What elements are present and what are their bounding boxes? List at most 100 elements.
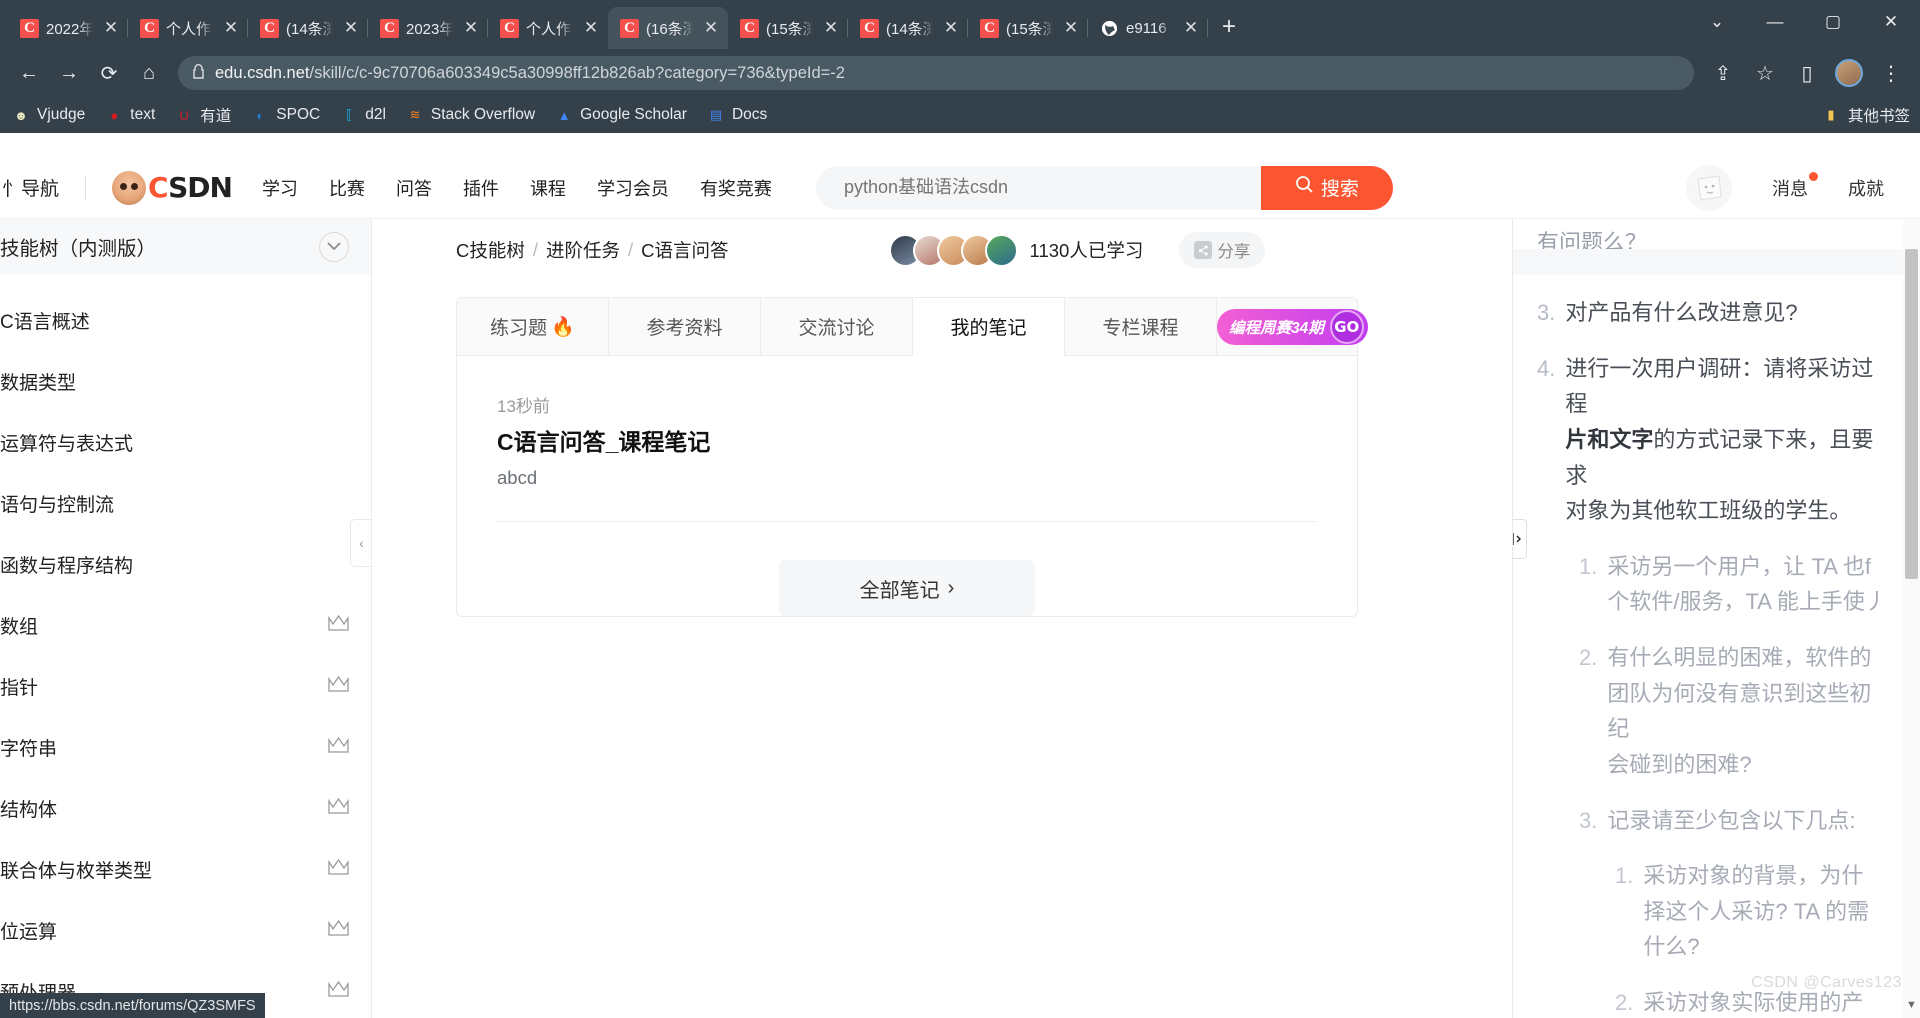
tab-title: (16条渕 — [646, 20, 693, 38]
bookmark-item[interactable]: ⟦ d2l — [340, 106, 386, 124]
search-input[interactable] — [843, 177, 1261, 198]
browser-tab[interactable]: C (14条渕 ✕ — [248, 7, 368, 49]
sidebar-header[interactable]: 技能树（内测版） — [0, 219, 371, 274]
home-button[interactable]: ⌂ — [130, 54, 168, 92]
close-icon[interactable]: ✕ — [940, 17, 962, 39]
bookmark-item[interactable]: ≋ Stack Overflow — [406, 106, 535, 124]
race-badge[interactable]: 编程周赛34期 GO — [1217, 308, 1368, 345]
browser-tab[interactable]: C 2023年 ✕ — [368, 7, 488, 49]
csdn-logo[interactable]: CSDN — [112, 170, 233, 205]
site-nav-item-6[interactable]: 有奖竞赛 — [700, 175, 772, 201]
tab-4[interactable]: 专栏课程 — [1065, 298, 1217, 355]
site-nav-item-3[interactable]: 插件 — [463, 175, 499, 201]
sidebar-item-5[interactable]: 数组 — [0, 595, 371, 656]
tab-3[interactable]: 我的笔记 — [913, 298, 1065, 356]
sidebar-item-9[interactable]: 联合体与枚举类型 — [0, 839, 371, 900]
bookmark-item[interactable]: ▲ Google Scholar — [555, 106, 687, 124]
bookmark-star-icon[interactable]: ☆ — [1746, 54, 1784, 92]
scrollbar-thumb[interactable] — [1905, 249, 1918, 579]
browser-tab[interactable]: C (16条渕 ✕ — [608, 7, 728, 49]
forward-button[interactable]: → — [50, 54, 88, 92]
tab-1[interactable]: 参考资料 — [609, 298, 761, 355]
tab-search-button[interactable]: ⌄ — [1688, 0, 1746, 44]
breadcrumb-item-1[interactable]: 进阶任务 — [546, 237, 620, 263]
all-notes-button[interactable]: 全部笔记 › — [779, 560, 1035, 616]
bookmark-item[interactable]: ▤ Docs — [707, 106, 767, 124]
sidebar-item-3[interactable]: 语句与控制流 — [0, 473, 371, 534]
messages-link[interactable]: 消息 — [1772, 171, 1818, 201]
tab-0[interactable]: 练习题 🔥 — [457, 298, 609, 355]
achievements-link[interactable]: 成就 — [1848, 175, 1884, 201]
browser-tab[interactable]: C 个人作 ✕ — [128, 7, 248, 49]
close-icon[interactable]: ✕ — [340, 17, 362, 39]
browser-tab[interactable]: C (15条渕 ✕ — [968, 7, 1088, 49]
close-icon[interactable]: ✕ — [460, 17, 482, 39]
breadcrumb-item-0[interactable]: C技能树 — [456, 237, 525, 263]
list-text: 记录请至少包含以下几点: — [1607, 807, 1856, 833]
sidebar-item-10[interactable]: 位运算 — [0, 900, 371, 961]
bookmark-item[interactable]: ● text — [105, 106, 155, 124]
bookmark-item[interactable]: ☻ Vjudge — [12, 106, 85, 124]
scroll-down-arrow-icon[interactable]: ▼ — [1905, 999, 1918, 1014]
side-panel-icon[interactable]: ▯ — [1788, 54, 1826, 92]
new-tab-button[interactable]: + — [1212, 11, 1246, 45]
watermark: CSDN @Carves123 — [1751, 974, 1902, 991]
close-icon[interactable]: ✕ — [1180, 17, 1202, 39]
close-icon[interactable]: ✕ — [100, 17, 122, 39]
profile-avatar[interactable] — [1830, 54, 1868, 92]
browser-tab[interactable]: C 2022年 ✕ — [8, 7, 128, 49]
bookmark-item[interactable]: ◐ SPOC — [251, 106, 320, 124]
close-icon[interactable]: ✕ — [580, 17, 602, 39]
note-title[interactable]: C语言问答_课程笔记 — [497, 423, 1317, 457]
browser-tab[interactable]: C (14条渕 ✕ — [848, 7, 968, 49]
share-page-icon[interactable]: ⇪ — [1704, 54, 1742, 92]
site-nav-item-1[interactable]: 比赛 — [329, 175, 365, 201]
browser-menu-icon[interactable]: ⋮ — [1872, 54, 1910, 92]
user-avatar-star[interactable] — [1686, 164, 1732, 211]
address-bar[interactable]: edu.csdn.net/skill/c/c-9c70706a603349c5a… — [178, 56, 1694, 90]
sidebar-item-label: 语句与控制流 — [0, 495, 115, 516]
sidebar-item-6[interactable]: 指针 — [0, 656, 371, 717]
share-button[interactable]: 分享 — [1179, 232, 1266, 268]
site-nav-item-5[interactable]: 学习会员 — [597, 175, 669, 201]
browser-tab[interactable]: C 个人作 ✕ — [488, 7, 608, 49]
search-button[interactable]: 搜索 — [1260, 165, 1393, 210]
tab-2[interactable]: 交流讨论 — [761, 298, 913, 355]
close-icon[interactable]: ✕ — [820, 17, 842, 39]
panel-resize-handle[interactable] — [1513, 519, 1527, 559]
sidebar-item-0[interactable]: C语言概述 — [0, 290, 371, 351]
race-go-button[interactable]: GO — [1329, 309, 1364, 344]
close-icon[interactable]: ✕ — [1060, 17, 1082, 39]
sidebar-collapse-handle[interactable]: ‹ — [350, 519, 371, 567]
list-text: 采访对象的背景，为什 择这个人采访? TA 的需 什么? — [1643, 863, 1870, 960]
sidebar-item-2[interactable]: 运算符与表达式 — [0, 412, 371, 473]
close-icon[interactable]: ✕ — [700, 17, 722, 39]
reload-button[interactable]: ⟳ — [90, 54, 128, 92]
search-input-wrap[interactable] — [815, 165, 1261, 210]
sidebar-item-8[interactable]: 结构体 — [0, 778, 371, 839]
list-item[interactable]: 13秒前 C语言问答_课程笔记 abcd — [497, 392, 1317, 489]
browser-tab[interactable]: e9116 ✕ — [1088, 7, 1208, 49]
maximize-button[interactable]: ▢ — [1804, 0, 1862, 44]
breadcrumb-item-2[interactable]: C语言问答 — [641, 237, 728, 263]
list-text: 有什么明显的困难，软件的 团队为何没有意识到这些初纪 会碰到的困难? — [1607, 645, 1872, 777]
minimize-button[interactable]: — — [1746, 0, 1804, 44]
sidebar-item-1[interactable]: 数据类型 — [0, 351, 371, 412]
site-nav-daohang[interactable]: ⺖导航 — [0, 174, 59, 201]
site-nav-item-2[interactable]: 问答 — [396, 175, 432, 201]
sidebar-item-7[interactable]: 字符串 — [0, 717, 371, 778]
crown-icon — [328, 736, 349, 758]
chevron-down-icon[interactable] — [319, 231, 349, 262]
back-button[interactable]: ← — [10, 54, 48, 92]
close-icon[interactable]: ✕ — [220, 17, 242, 39]
other-bookmarks-button[interactable]: ▮ 其他书签 — [1822, 104, 1910, 126]
sidebar-item-list: C语言概述 数据类型 运算符与表达式语句与控制流函数与程序结构 数组 指针 字符串 结构体联… — [0, 274, 371, 1018]
avatar — [1835, 59, 1863, 87]
site-nav-item-4[interactable]: 课程 — [530, 175, 566, 201]
sidebar-item-4[interactable]: 函数与程序结构 — [0, 534, 371, 595]
panel-scrollbar[interactable]: ▼ — [1903, 219, 1920, 1018]
site-nav-item-0[interactable]: 学习 — [262, 175, 298, 201]
bookmark-item[interactable]: U 有道 — [175, 104, 232, 126]
browser-tab[interactable]: C (15条渕 ✕ — [728, 7, 848, 49]
close-window-button[interactable]: ✕ — [1862, 0, 1920, 44]
